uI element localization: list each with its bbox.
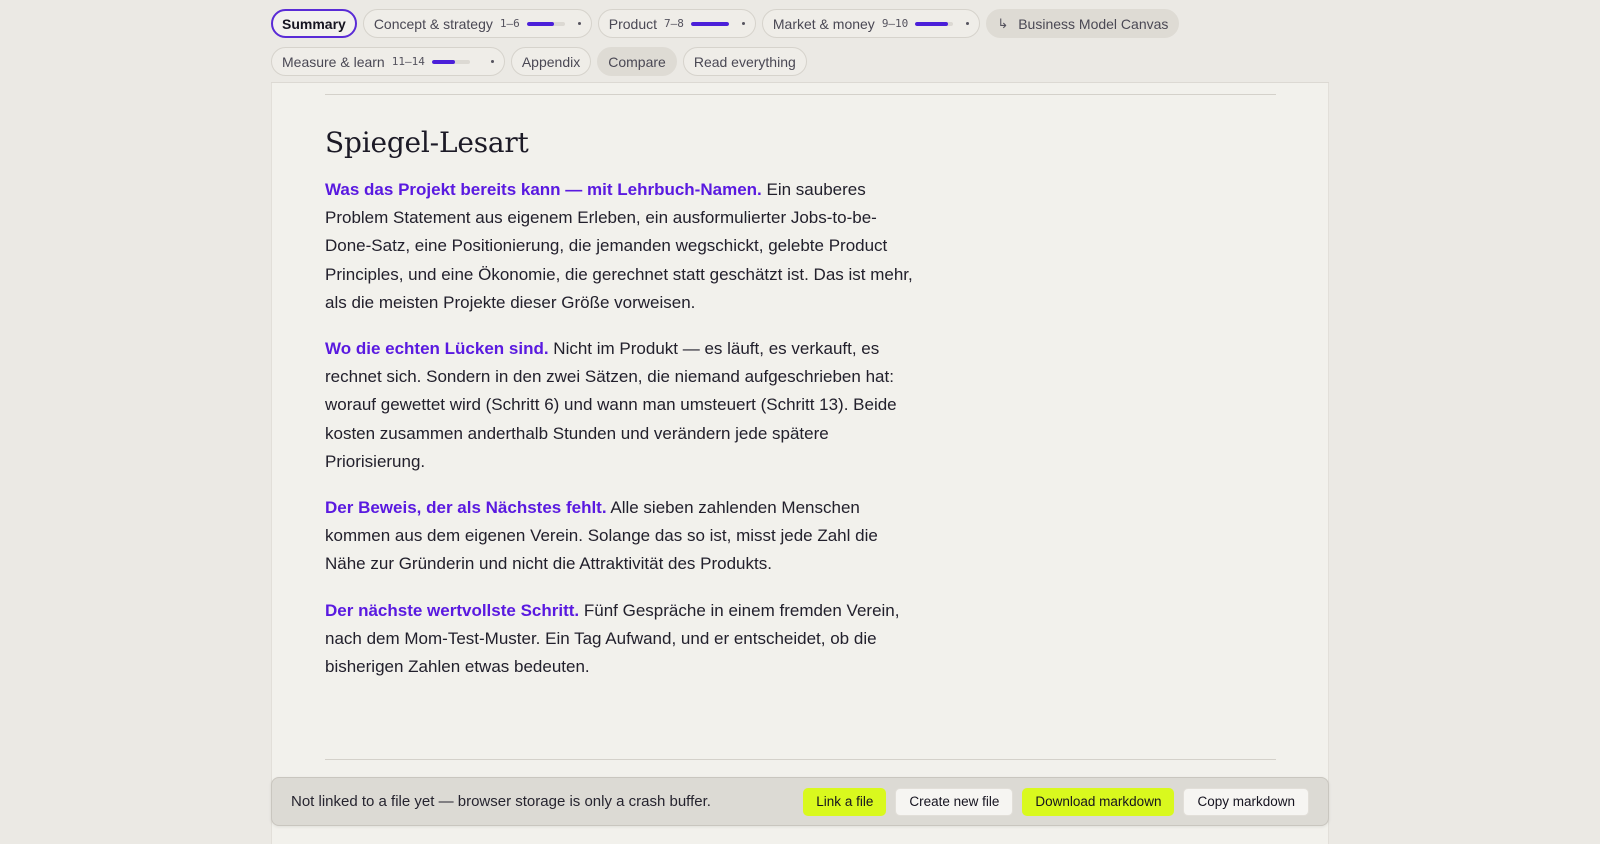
paragraph: Wo die echten Lücken sind. Nicht im Prod… — [325, 335, 915, 476]
tab-label: Compare — [608, 53, 666, 70]
progress-fill — [526, 21, 555, 26]
tab-market-money[interactable]: Market & money 9–10 — [761, 9, 981, 38]
paragraph: Was das Projekt bereits kann — mit Lehrb… — [325, 176, 915, 317]
tab-concept-strategy[interactable]: Concept & strategy 1–6 — [362, 9, 592, 38]
tab-measure-learn[interactable]: Measure & learn 11–14 — [271, 47, 505, 76]
status-dot — [966, 22, 970, 25]
paragraph-text: Nicht im Produkt — es läuft, es verkauft… — [325, 339, 897, 471]
step-range: 11–14 — [391, 55, 425, 68]
status-dot — [577, 22, 581, 25]
tab-product[interactable]: Product 7–8 — [597, 9, 756, 38]
tab-business-model-canvas[interactable]: ↳ Business Model Canvas — [986, 9, 1180, 38]
tab-label: Product — [608, 15, 657, 32]
status-dot — [741, 22, 745, 25]
copy-markdown-button[interactable]: Copy markdown — [1183, 787, 1309, 816]
paragraph-lead: Der nächste wertvollste Schritt. — [325, 600, 580, 620]
create-new-file-button[interactable]: Create new file — [895, 787, 1014, 816]
tab-compare[interactable]: Compare — [597, 47, 677, 76]
tab-label: Business Model Canvas — [1018, 15, 1169, 32]
step-range: 1–6 — [499, 17, 520, 30]
tab-label: Read everything — [693, 53, 796, 70]
file-status-bar: Not linked to a file yet — browser stora… — [271, 777, 1329, 826]
progress-fill — [915, 21, 948, 26]
section-nav: Summary Concept & strategy 1–6 Product 7… — [271, 9, 1329, 76]
section-divider — [325, 94, 1276, 95]
download-markdown-button[interactable]: Download markdown — [1022, 787, 1175, 816]
paragraph-lead: Was das Projekt bereits kann — mit Lehrb… — [325, 180, 762, 199]
section-heading: Spiegel-Lesart — [325, 126, 529, 159]
tab-appendix[interactable]: Appendix — [510, 47, 592, 76]
paragraph: Der nächste wertvollste Schritt. Fünf Ge… — [325, 597, 915, 682]
tab-label: Summary — [282, 15, 346, 32]
paragraph-lead: Wo die echten Lücken sind. — [325, 339, 549, 359]
tab-label: Appendix — [521, 53, 581, 70]
tab-read-everything[interactable]: Read everything — [682, 47, 807, 76]
link-file-button[interactable]: Link a file — [803, 787, 887, 816]
progress-bar — [526, 21, 565, 26]
status-dot — [490, 60, 494, 63]
tab-label: Market & money — [772, 15, 875, 32]
progress-bar — [915, 21, 954, 26]
summary-section: Spiegel-Lesart Was das Projekt bereits k… — [325, 125, 915, 699]
progress-fill — [431, 59, 455, 64]
progress-fill — [690, 21, 729, 26]
tab-label: Concept & strategy — [373, 15, 493, 32]
step-range: 7–8 — [664, 17, 684, 30]
progress-bar — [431, 59, 470, 64]
document-panel: Spiegel-Lesart Was das Projekt bereits k… — [271, 83, 1329, 844]
storage-status-message: Not linked to a file yet — browser stora… — [291, 793, 711, 810]
section-divider — [325, 759, 1276, 760]
progress-bar — [690, 21, 729, 26]
tab-summary[interactable]: Summary — [271, 9, 357, 38]
step-range: 9–10 — [881, 17, 909, 30]
paragraph: Der Beweis, der als Nächstes fehlt. Alle… — [325, 494, 915, 579]
paragraph-text: Ein sauberes Problem Statement aus eigen… — [325, 180, 913, 312]
paragraph-lead: Der Beweis, der als Nächstes fehlt. — [325, 498, 607, 518]
tab-label: Measure & learn — [282, 53, 385, 70]
return-arrow-icon: ↳ — [997, 15, 1009, 31]
